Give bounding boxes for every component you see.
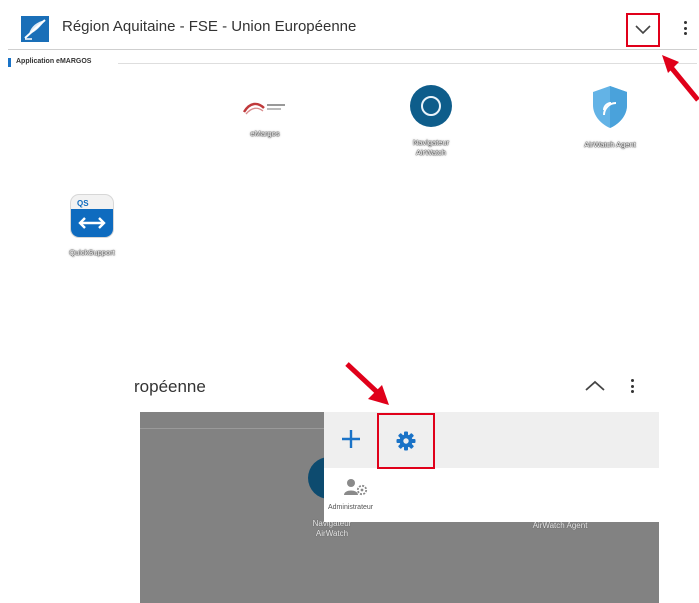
dimmed-divider <box>140 428 324 429</box>
feather-logo-icon <box>21 16 49 42</box>
collapse-header-button[interactable] <box>626 13 660 47</box>
app-tile-quicksupport[interactable]: QS QuickSupport <box>37 195 147 258</box>
app-name: eMargos <box>250 129 280 138</box>
more-options-button[interactable] <box>626 376 638 396</box>
admin-user-gear-icon[interactable] <box>344 478 368 496</box>
dimmed-app-name: AirWatch Agent <box>532 521 588 530</box>
section-divider <box>118 63 697 64</box>
nouvelle-aquitaine-logo-icon <box>242 102 285 115</box>
svg-text:QS: QS <box>77 199 89 208</box>
dot <box>683 26 687 30</box>
chevron-down-icon <box>635 25 651 35</box>
section-marker <box>8 58 11 67</box>
cropped-app-title: ropéenne <box>134 377 206 396</box>
red-arrow-annotation <box>345 362 389 405</box>
header-divider <box>8 49 697 50</box>
app-tile-airwatch-agent[interactable]: AirWatch Agent <box>555 85 665 150</box>
app-name: AirWatch Agent <box>584 140 636 149</box>
settings-button[interactable] <box>377 413 435 469</box>
app-title: Région Aquitaine - FSE - Union Européenn… <box>62 18 357 35</box>
account-label: Administrateur <box>328 504 374 511</box>
app-tile-navigateur-airwatch[interactable]: Navigateur AirWatch <box>376 85 486 158</box>
dimmed-app-name: Navigateur AirWatch <box>312 519 352 538</box>
dot <box>630 379 634 382</box>
app-name: QuickSupport <box>69 248 115 257</box>
app-header: Région Aquitaine - FSE - Union Européenn… <box>0 0 699 50</box>
gear-icon <box>396 431 416 451</box>
more-options-button[interactable] <box>679 18 691 38</box>
dot <box>683 32 687 35</box>
shield-icon <box>593 86 627 128</box>
quicksupport-icon: QS <box>71 195 113 237</box>
red-arrow-annotation <box>662 55 699 102</box>
app-tile-emargos[interactable]: eMargos <box>210 86 320 139</box>
dot <box>683 21 687 24</box>
app-name: Navigateur AirWatch <box>412 138 450 157</box>
compass-icon <box>410 85 452 127</box>
dot <box>630 390 634 393</box>
account-popup: Administrateur <box>324 412 659 522</box>
dot <box>630 384 634 388</box>
popup-toolbar <box>324 412 659 469</box>
plus-icon[interactable] <box>338 426 364 452</box>
section-label: Application eMARGOS <box>16 58 92 65</box>
chevron-up-icon[interactable] <box>584 378 606 394</box>
